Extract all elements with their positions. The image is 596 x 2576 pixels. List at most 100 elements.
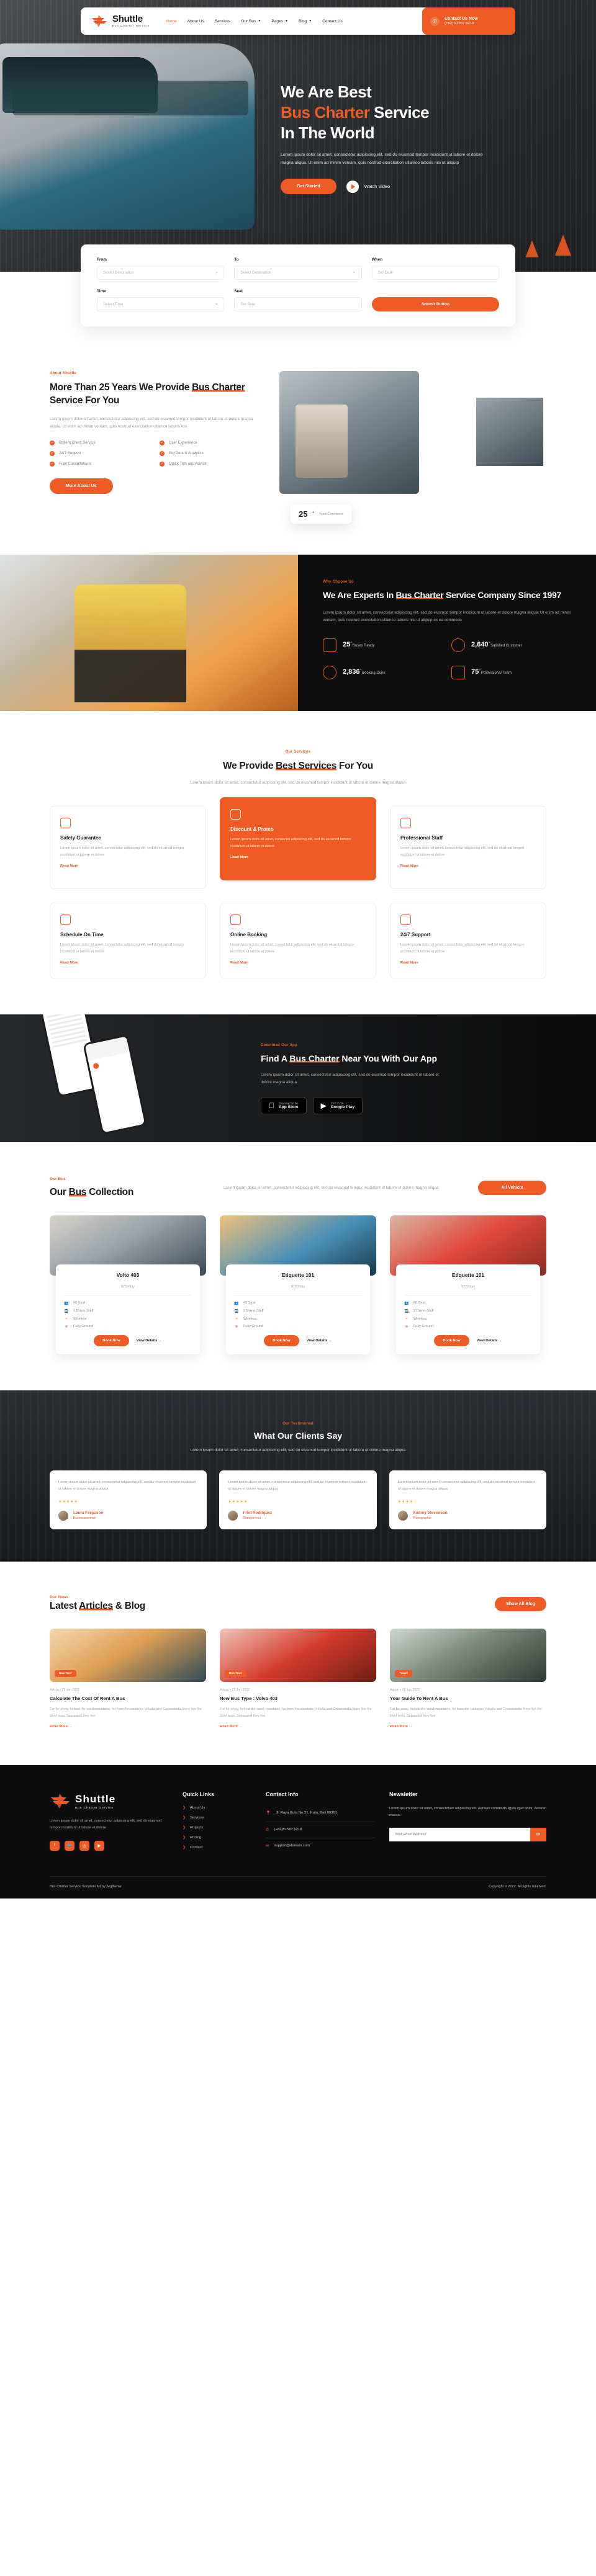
- blog-title: Latest Articles & Blog: [50, 1600, 145, 1611]
- read-more-link[interactable]: Read More: [230, 856, 248, 859]
- get-started-button[interactable]: Get Started: [281, 179, 336, 195]
- about-title: More Than 25 Years We Provide Bus Charte…: [50, 382, 245, 406]
- footer-link-projects[interactable]: ❯ Projects: [183, 1825, 251, 1830]
- service-card-safety-guarantee[interactable]: Safety Guarantee Lorem ipsum dolor sit a…: [50, 805, 206, 890]
- blog-card[interactable]: Bus Tour Admin • 21 Jan 2022 New Bus Typ…: [220, 1629, 376, 1730]
- instagram-icon[interactable]: ◎: [79, 1840, 89, 1851]
- app-store-button[interactable]:  Download on theApp Store: [261, 1096, 307, 1114]
- footer-brand-column: Shuttle Bus Charter Service Lorem ipsum d…: [50, 1791, 168, 1855]
- nav-item-pages[interactable]: Pages ▼: [271, 19, 288, 24]
- stat-label: Booking Done: [362, 671, 386, 675]
- read-more-link[interactable]: Read More: [60, 864, 78, 868]
- nav-item-our-bus[interactable]: Our Bus ▼: [241, 19, 261, 24]
- blog-photo: Bus Tour: [220, 1629, 376, 1683]
- view-details-link[interactable]: View Details →: [477, 1339, 502, 1343]
- book-now-button[interactable]: Book Now: [264, 1335, 299, 1346]
- hero-paragraph: Lorem ipsum dolor sit amet, consectetur …: [281, 153, 483, 165]
- experience-badge: 25 + Years Experience: [291, 504, 351, 524]
- blog-card[interactable]: Bus Tour Admin • 21 Jan 2022 Calculate T…: [50, 1629, 206, 1730]
- footer-link-contact[interactable]: ❯ Contact: [183, 1845, 251, 1850]
- service-card-schedule-on-time[interactable]: Schedule On Time Lorem ipsum dolor sit a…: [50, 903, 206, 979]
- service-text: Lorem ipsum dolor sit amet, consectetur …: [400, 846, 525, 857]
- mail-icon: ✉: [536, 1831, 541, 1838]
- view-details-link[interactable]: View Details →: [137, 1339, 162, 1343]
- blog-excerpt: Far far away, behind the word mountains,…: [390, 1707, 542, 1718]
- more-about-us-button[interactable]: More About Us: [50, 478, 113, 494]
- service-card-support[interactable]: 24/7 Support Lorem ipsum dolor sit amet,…: [390, 903, 546, 979]
- select-time[interactable]: Select Time ▼: [97, 297, 225, 311]
- book-now-button[interactable]: Book Now: [94, 1335, 129, 1346]
- newsletter-submit-button[interactable]: ✉: [530, 1827, 546, 1841]
- twitter-icon[interactable]: 🐦: [65, 1840, 74, 1851]
- nav-item-contact-us[interactable]: Contact Us: [322, 19, 343, 24]
- nav-item-blog[interactable]: Blog ▼: [299, 19, 312, 24]
- wifi-icon: ≈: [235, 1317, 238, 1321]
- testimonials-title: What Our Clients Say: [253, 1430, 343, 1441]
- select-from[interactable]: Select Destination ▼: [97, 266, 225, 280]
- stat-label: Buses Ready: [352, 643, 375, 648]
- bus-card[interactable]: Volto 403 $250/day 👥 60 Seat 🚍 2 Driver St…: [50, 1215, 206, 1354]
- service-card-online-booking[interactable]: Online Booking Lorem ipsum dolor sit ame…: [220, 903, 376, 979]
- experience-label: Years Experience: [318, 512, 343, 516]
- bus-spec: 🚍 2 Driver Staff: [64, 1309, 94, 1313]
- all-vehicle-button[interactable]: All Vehicle: [478, 1181, 546, 1196]
- nav-contact-cta[interactable]: ✆ Contact Us Now (+62) 81587 6218: [422, 7, 515, 35]
- select-to[interactable]: Select Destination ▼: [234, 266, 362, 280]
- read-more-link[interactable]: Read More →: [390, 1725, 412, 1729]
- youtube-icon[interactable]: ▶: [94, 1840, 104, 1851]
- nav-item-home[interactable]: Home: [166, 19, 177, 24]
- bus-spec: ≈ Wireless: [404, 1317, 532, 1321]
- contact-email[interactable]: ✉ support@domain.com: [266, 1838, 374, 1854]
- shuttle-logo-icon: [91, 14, 108, 28]
- services-cards: Safety Guarantee Lorem ipsum dolor sit a…: [50, 797, 546, 979]
- show-all-blog-button[interactable]: Show All Blog: [495, 1596, 546, 1611]
- contact-phone[interactable]: ✆ (+62)81587 6218: [266, 1821, 374, 1838]
- footer-link-pricing[interactable]: ❯ Pricing: [183, 1835, 251, 1840]
- submit-booking-button[interactable]: Submit Button: [371, 297, 499, 311]
- service-card-discount-promo[interactable]: Discount & Promo Lorem ipsum dolor sit a…: [220, 797, 376, 881]
- testimonial-name: Laura Ferguson: [73, 1511, 104, 1516]
- brand-logo[interactable]: Shuttle Bus Charter Service: [91, 14, 150, 28]
- stat-satisfied-customer: 2,640+Satisfied Customer: [451, 638, 571, 652]
- bus-spec: ❄ Fully Ground: [405, 1325, 434, 1329]
- watch-video-button[interactable]: Watch Video: [346, 180, 390, 193]
- hero-section: Shuttle Bus Charter Service Home About U…: [0, 0, 596, 272]
- nav-item-about-us[interactable]: About Us: [187, 19, 204, 24]
- nav-item-services[interactable]: Services: [215, 19, 230, 24]
- footer-link-services[interactable]: ❯ Services: [183, 1815, 251, 1820]
- footer-link-about-us[interactable]: ❯ About Us: [183, 1805, 251, 1810]
- seat-input[interactable]: Set Seat: [234, 297, 362, 311]
- service-card-professional-staff[interactable]: Professional Staff Lorem ipsum dolor sit…: [390, 805, 546, 890]
- book-now-button[interactable]: Book Now: [434, 1335, 469, 1346]
- stat-label: Professional Team: [481, 671, 512, 675]
- date-input[interactable]: Set Date: [371, 266, 499, 280]
- quick-links-title: Quick Links: [183, 1791, 215, 1798]
- bus-card[interactable]: Etiquette 101 $180/day 👥 45 Seat 🚍 2 Drive…: [220, 1215, 376, 1354]
- app-content: Download Our App Find A Bus Charter Near…: [261, 1043, 596, 1114]
- read-more-link[interactable]: Read More →: [50, 1725, 72, 1729]
- bus-collection-header: Our Bus Our Bus Collection Lorem ipsum d…: [50, 1177, 546, 1199]
- facebook-icon[interactable]: f: [50, 1840, 60, 1851]
- google-play-button[interactable]: ▶ GET IT ON Google Play: [312, 1096, 363, 1114]
- support-icon: [400, 915, 411, 926]
- footer-credit: Bus Charter Service Template Kit by Jegt…: [50, 1885, 122, 1889]
- footer-logo[interactable]: Shuttle Bus Charter Service: [50, 1791, 168, 1810]
- field-seat: Seat Set Seat: [234, 289, 362, 311]
- driver-icon: 🚍: [234, 1309, 239, 1313]
- chevron-right-icon: ❯: [183, 1846, 186, 1850]
- rating-stars: ★★★★★: [58, 1500, 78, 1504]
- blog-meta: Admin • 21 Jan 2022: [220, 1688, 250, 1693]
- bus-card[interactable]: Etiquette 101 $320/day 👥 80 Seat 🚍 2 Drive…: [390, 1215, 546, 1354]
- view-details-link[interactable]: View Details →: [307, 1339, 332, 1343]
- main-navbar: Shuttle Bus Charter Service Home About U…: [81, 7, 515, 35]
- read-more-link[interactable]: Read More: [60, 961, 78, 965]
- chevron-right-icon: ❯: [183, 1806, 186, 1810]
- bus-name: Volto 403: [116, 1271, 140, 1278]
- read-more-link[interactable]: Read More →: [220, 1725, 242, 1729]
- read-more-link[interactable]: Read More: [400, 961, 418, 965]
- newsletter-email-input[interactable]: [389, 1827, 530, 1841]
- wifi-icon: ≈: [405, 1317, 408, 1321]
- blog-card[interactable]: Travel Admin • 21 Jan 2022 Your Guide To…: [390, 1629, 546, 1730]
- read-more-link[interactable]: Read More: [230, 961, 248, 965]
- read-more-link[interactable]: Read More: [400, 864, 418, 868]
